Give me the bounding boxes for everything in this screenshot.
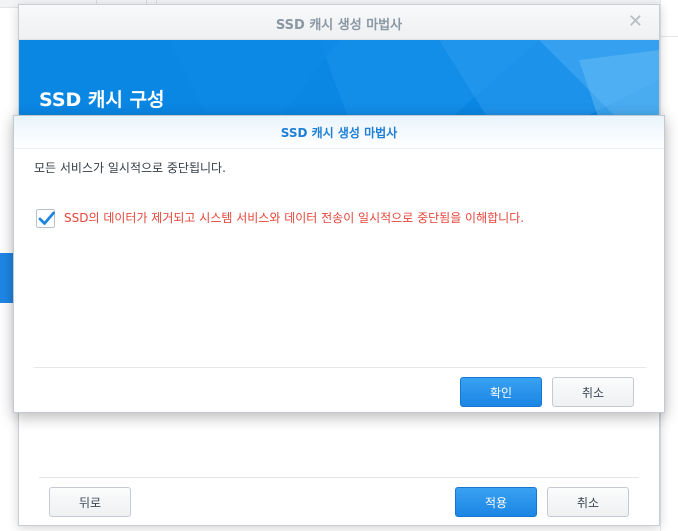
dialog-message: 모든 서비스가 일시적으로 중단됩니다. bbox=[34, 161, 226, 175]
background-selected-item bbox=[0, 253, 14, 303]
wizard-heading: SSD 캐시 구성 bbox=[39, 89, 165, 111]
wizard-cancel-button[interactable]: 취소 bbox=[547, 487, 629, 517]
background-divider bbox=[660, 36, 678, 37]
dialog-footer-divider bbox=[34, 367, 646, 368]
understand-checkbox-label[interactable]: SSD의 데이터가 제거되고 시스템 서비스와 데이터 전송이 일시적으로 중단… bbox=[64, 209, 524, 226]
close-icon[interactable]: ✕ bbox=[628, 11, 643, 32]
dialog-cancel-button[interactable]: 취소 bbox=[552, 377, 634, 407]
dialog-titlebar: SSD 캐시 생성 마법사 bbox=[14, 116, 664, 149]
confirm-dialog: SSD 캐시 생성 마법사 모든 서비스가 일시적으로 중단됩니다. SSD의 … bbox=[13, 115, 665, 413]
understand-checkbox[interactable] bbox=[36, 209, 55, 228]
dialog-title: SSD 캐시 생성 마법사 bbox=[280, 126, 398, 140]
wizard-banner: SSD 캐시 구성 bbox=[19, 40, 659, 120]
wizard-title: SSD 캐시 생성 마법사 bbox=[275, 18, 403, 33]
ok-button[interactable]: 확인 bbox=[460, 377, 542, 407]
wizard-footer-divider bbox=[39, 477, 639, 478]
back-button[interactable]: 뒤로 bbox=[49, 487, 131, 517]
checkmark-icon bbox=[38, 211, 55, 225]
wizard-titlebar: SSD 캐시 생성 마법사 ✕ bbox=[19, 5, 659, 40]
apply-button[interactable]: 적용 bbox=[455, 487, 537, 517]
